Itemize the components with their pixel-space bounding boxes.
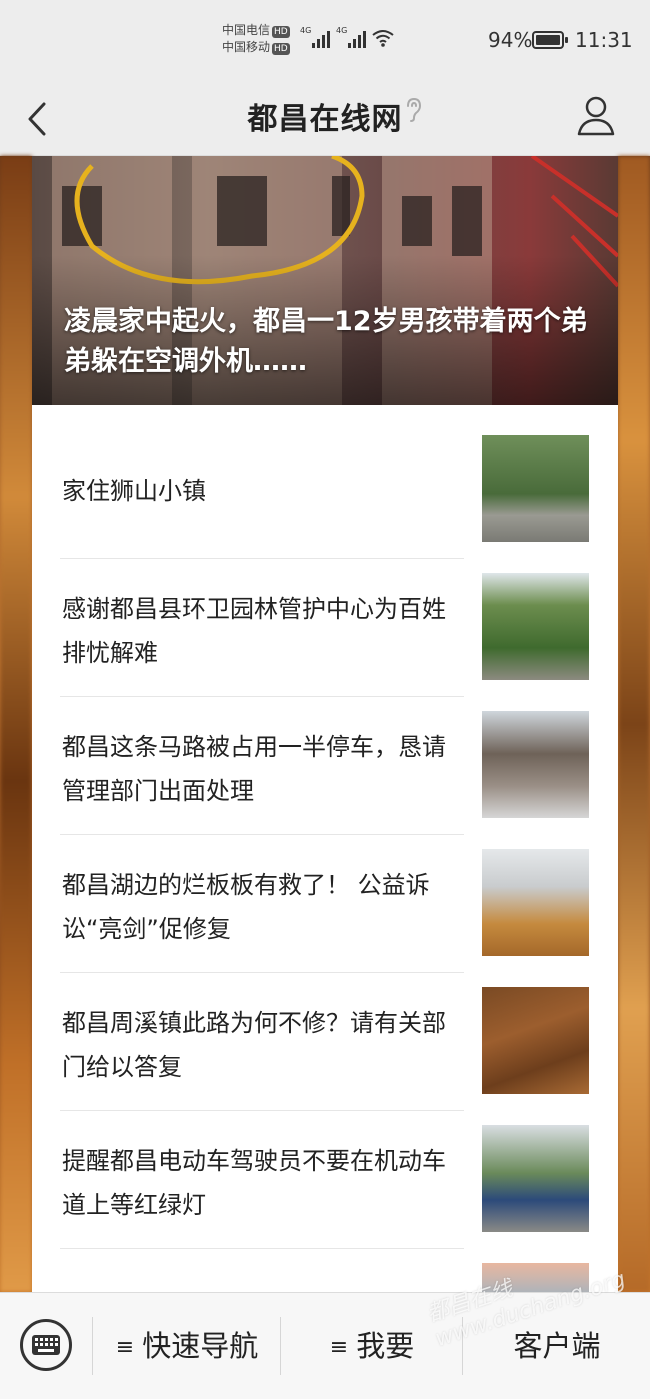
news-thumbnail: [482, 711, 589, 818]
keyboard-button[interactable]: [20, 1319, 72, 1371]
app-header: 都昌在线网: [0, 80, 650, 156]
news-thumbnail: [482, 1125, 589, 1232]
carrier-2: 中国移动: [222, 40, 271, 54]
separator: [92, 1317, 93, 1375]
profile-icon[interactable]: [574, 90, 618, 140]
carrier-info: 中国电信 HD 中国移动 HD: [222, 22, 290, 56]
news-title: 都昌周溪镇此路为何不修？请有关部门给以答复: [62, 1009, 446, 1081]
news-thumbnail: [482, 435, 589, 542]
news-thumbnail: [482, 987, 589, 1094]
news-thumbnail: [482, 849, 589, 956]
news-title: 提醒都昌电动车驾驶员不要在机动车道上等红绿灯: [62, 1147, 446, 1219]
client-label: 客户端: [513, 1329, 601, 1363]
hero-title: 凌晨家中起火，都昌一12岁男孩带着两个弟弟躲在空调外机……: [64, 306, 588, 377]
page-title: 都昌在线网: [247, 102, 403, 137]
news-title: 都昌湖边的烂板板有救了！ 公益诉讼“亮剑”促修复: [62, 871, 430, 943]
background-blur-left: [0, 156, 32, 1292]
want-label: 我要: [356, 1329, 415, 1363]
news-title: 感谢都昌县环卫园林管护中心为百姓排忧解难: [62, 595, 446, 667]
news-thumbnail: [482, 573, 589, 680]
menu-icon: ≡: [115, 1335, 135, 1360]
news-item[interactable]: 都昌湖边的烂板板有救了！ 公益诉讼“亮剑”促修复: [32, 819, 618, 973]
battery-icon: [532, 31, 568, 49]
wifi-icon: [372, 30, 394, 47]
news-item[interactable]: 提醒都昌电动车驾驶员不要在机动车道上等红绿灯: [32, 1095, 618, 1249]
news-item[interactable]: 都昌这条马路被占用一半停车，恳请管理部门出面处理: [32, 681, 618, 835]
hd-badge: HD: [272, 43, 290, 55]
hero-banner[interactable]: 凌晨家中起火，都昌一12岁男孩带着两个弟弟躲在空调外机……: [32, 156, 618, 405]
menu-icon: ≡: [329, 1335, 349, 1360]
news-item[interactable]: 感谢都昌县环卫园林管护中心为百姓排忧解难: [32, 543, 618, 697]
separator: [280, 1317, 281, 1375]
news-item[interactable]: 家住狮山小镇: [32, 405, 618, 559]
quick-nav-button[interactable]: ≡ 快速导航: [94, 1293, 280, 1399]
news-title: 都昌这条马路被占用一半停车，恳请管理部门出面处理: [62, 733, 446, 805]
clock: 11:31: [575, 28, 633, 52]
news-title: 家住狮山小镇: [62, 477, 206, 505]
carrier-1: 中国电信: [222, 23, 271, 37]
ear-icon[interactable]: [402, 96, 424, 124]
network-type-label: 4G: [300, 26, 312, 35]
quick-nav-label: 快速导航: [142, 1329, 259, 1363]
background-blur-right: [618, 156, 650, 1292]
signal-icon: [312, 30, 330, 48]
status-bar: 中国电信 HD 中国移动 HD 4G 4G 94% 11:31: [0, 0, 650, 80]
hd-badge: HD: [272, 26, 290, 38]
keyboard-icon: [32, 1335, 60, 1355]
news-item[interactable]: 都昌周溪镇此路为何不修？请有关部门给以答复: [32, 957, 618, 1111]
battery-percent: 94%: [488, 28, 533, 52]
news-list: 家住狮山小镇 感谢都昌县环卫园林管护中心为百姓排忧解难 都昌这条马路被占用一半停…: [32, 405, 618, 1292]
signal-icon: [348, 30, 366, 48]
network-type-label: 4G: [336, 26, 348, 35]
